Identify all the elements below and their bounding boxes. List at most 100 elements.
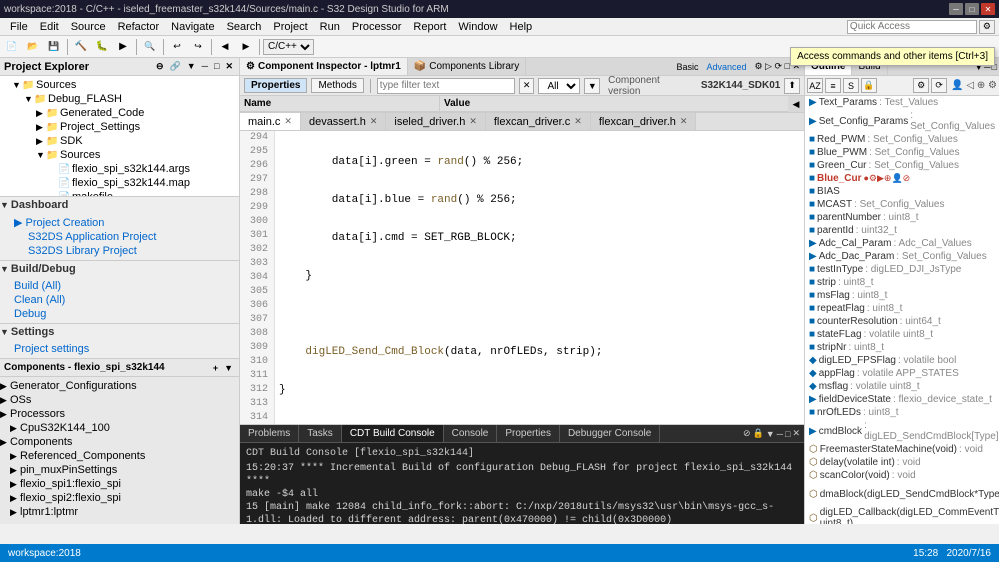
debug-btn[interactable]: 🐛	[92, 38, 112, 56]
sort-az-btn[interactable]: AZ	[807, 78, 823, 93]
bottom-max-icon[interactable]: □	[785, 429, 790, 439]
outline-item-repeat-flag[interactable]: ■ repeatFlag : uint8_t	[805, 302, 999, 315]
undo-btn[interactable]: ↩	[167, 38, 187, 56]
menu-source[interactable]: Source	[65, 18, 112, 35]
ci-search-clear-btn[interactable]: ✕	[519, 78, 535, 94]
expand-icon[interactable]: ▼	[36, 150, 46, 160]
bottom-close-icon[interactable]: ✕	[792, 428, 800, 439]
comp-lptmr[interactable]: ▶ lptmr1:lptmr	[0, 505, 239, 519]
outline-item-stripnr[interactable]: ■ stripNr : uint8_t	[805, 341, 999, 354]
outline-item-digled-callback[interactable]: ⬡ digLED_Callback(digLED_CommEventType, …	[805, 506, 999, 524]
outline-item-nrofleds[interactable]: ■ nrOfLEDs : uint8_t	[805, 406, 999, 419]
menu-refactor[interactable]: Refactor	[112, 18, 166, 35]
outline-item-msflag2[interactable]: ◆ msflag : volatile uint8_t	[805, 380, 999, 393]
outline-item-freemaster-sm[interactable]: ⬡ FreemasterStateMachine(void) : void	[805, 443, 999, 456]
expand-icon[interactable]: ▼	[24, 94, 34, 104]
comp-components[interactable]: ▶ Components	[0, 435, 239, 449]
bottom-min-icon[interactable]: ─	[777, 429, 783, 439]
outline-item-parent-number[interactable]: ■ parentNumber : uint8_t	[805, 211, 999, 224]
menu-file[interactable]: File	[4, 18, 34, 35]
comp-flexio-spi2[interactable]: ▶ flexio_spi2:flexio_spi	[0, 491, 239, 505]
dashboard-app-project[interactable]: S32DS Application Project	[14, 230, 225, 244]
menu-processor[interactable]: Processor	[346, 18, 408, 35]
dashboard-lib-project[interactable]: S32DS Library Project	[14, 244, 225, 258]
tab-close[interactable]: ✕	[284, 116, 292, 127]
code-content[interactable]: data[i].green = rand() % 256; data[i].bl…	[275, 131, 804, 424]
bottom-lock-icon[interactable]: 🔒	[752, 428, 763, 439]
tab-close[interactable]: ✕	[680, 116, 688, 127]
outline-settings-btn[interactable]: ⚙	[913, 78, 929, 93]
expand-icon[interactable]: ▶	[36, 136, 46, 147]
tab-iseled[interactable]: iseled_driver.h ✕	[386, 113, 485, 130]
ci-filter-dropdown[interactable]: All	[538, 78, 580, 94]
build-all-item[interactable]: Build (All)	[14, 279, 225, 293]
quick-access-input[interactable]	[847, 20, 977, 34]
search-btn[interactable]: 🔍	[140, 38, 160, 56]
ci-tab-library[interactable]: 📦 Components Library	[408, 58, 527, 75]
ci-search-input[interactable]	[377, 78, 515, 94]
outline-item-counter-res[interactable]: ■ counterResolution : uint64_t	[805, 315, 999, 328]
outline-item-adc-dac[interactable]: ▶ Adc_Dac_Param : Set_Config_Values	[805, 250, 999, 263]
expand-icon[interactable]: ▶	[0, 381, 10, 392]
outline-item-dmablock[interactable]: ⬡ dmaBlock(digLED_SendCmdBlock*Type) : v…	[805, 482, 999, 506]
expand-icon[interactable]: ▼	[12, 80, 22, 90]
window-controls[interactable]: ─ □ ✕	[949, 3, 995, 15]
outline-item-delay[interactable]: ⬡ delay(volatile int) : void	[805, 456, 999, 469]
expand-icon[interactable]: ▶	[36, 122, 46, 133]
link-editor-icon[interactable]: 🔗	[167, 61, 182, 72]
ci-dropdown-expand-btn[interactable]: ▼	[584, 78, 600, 94]
maximize-btn[interactable]: □	[965, 3, 979, 15]
tab-console[interactable]: Console	[444, 425, 498, 442]
expand-icon[interactable]: ▶	[10, 465, 20, 476]
open-btn[interactable]: 📂	[23, 38, 43, 56]
tab-flexcan-h[interactable]: flexcan_driver.h ✕	[591, 113, 697, 130]
run-btn[interactable]: ▶	[113, 38, 133, 56]
outline-item-stateflag[interactable]: ■ stateFLag : volatile uint8_t	[805, 328, 999, 341]
tree-sources[interactable]: ▼ 📁 Sources	[0, 78, 239, 92]
ci-info-btn[interactable]: ⬆	[784, 78, 800, 94]
outline-item-adc-cal[interactable]: ▶ Adc_Cal_Param : Adc_Cal_Values	[805, 237, 999, 250]
comp-processors[interactable]: ▶ Processors	[0, 407, 239, 421]
outline-item-blue-cur[interactable]: ■ Blue_Cur ●⚙▶⊕👤⊘	[805, 172, 999, 185]
outline-item-scan-color[interactable]: ⬡ scanColor(void) : void	[805, 469, 999, 482]
expand-icon[interactable]: ▶	[36, 108, 46, 119]
tab-properties[interactable]: Properties	[497, 425, 560, 442]
debug-item[interactable]: Debug	[14, 307, 225, 321]
tab-cdt-build[interactable]: CDT Build Console	[342, 425, 444, 442]
menu-help[interactable]: Help	[504, 18, 539, 35]
expand-icon[interactable]: ▶	[0, 409, 10, 420]
tab-devassert[interactable]: devassert.h ✕	[301, 113, 386, 130]
tree-src-sources[interactable]: ▼ 📁 Sources	[0, 148, 239, 162]
menu-project[interactable]: Project	[267, 18, 313, 35]
comp-cpu[interactable]: ▶ CpuS32K144_100	[0, 421, 239, 435]
tab-close[interactable]: ✕	[469, 116, 477, 127]
bottom-clear-icon[interactable]: ⊘	[743, 428, 751, 439]
outline-item-strip[interactable]: ■ strip : uint8_t	[805, 276, 999, 289]
expand-icon[interactable]: ▶	[10, 493, 20, 504]
expand-icon[interactable]: ▶	[10, 507, 20, 518]
tree-debug-flash[interactable]: ▼ 📁 Debug_FLASH	[0, 92, 239, 106]
hide-fields-btn[interactable]: ≡	[825, 78, 841, 93]
menu-run[interactable]: Run	[314, 18, 346, 35]
tree-project-settings[interactable]: ▶ 📁 Project_Settings	[0, 120, 239, 134]
tab-debugger[interactable]: Debugger Console	[560, 425, 660, 442]
tree-args-file[interactable]: 📄 flexio_spi_s32k144.args	[0, 162, 239, 176]
comp-gen-config[interactable]: ▶ Generator_Configurations	[0, 379, 239, 393]
outline-item-cmdblock[interactable]: ▶ cmdBlock : digLED_SendCmdBlock[Type]	[805, 419, 999, 443]
outline-item-red-pwm[interactable]: ■ Red_PWM : Set_Config_Values	[805, 133, 999, 146]
tab-main-c[interactable]: main.c ✕	[240, 113, 301, 130]
bottom-menu-icon[interactable]: ▼	[766, 429, 775, 439]
expand-icon[interactable]: ▶	[0, 395, 10, 406]
panel-max-icon[interactable]: □	[212, 61, 221, 72]
build-btn[interactable]: 🔨	[71, 38, 91, 56]
dashboard-header[interactable]: ▼ Dashboard	[0, 197, 239, 213]
comp-oss[interactable]: ▶ OSs	[0, 393, 239, 407]
ci-advanced-toggle[interactable]: Advanced	[702, 62, 750, 72]
expand-icon[interactable]: ▶	[10, 479, 20, 490]
outline-refresh-btn[interactable]: ⟳	[931, 78, 947, 93]
outline-item-test-in-type[interactable]: ■ testInType : digLED_DJI_JsType	[805, 263, 999, 276]
tab-tasks[interactable]: Tasks	[299, 425, 342, 442]
comp-add-icon[interactable]: +	[211, 363, 220, 373]
tab-problems[interactable]: Problems	[240, 425, 299, 442]
panel-menu-icon[interactable]: ▼	[185, 61, 198, 72]
